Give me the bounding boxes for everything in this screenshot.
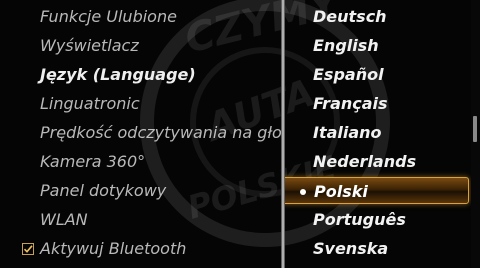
language-option-polski[interactable]: Polski	[285, 177, 469, 204]
scrollbar[interactable]	[471, 0, 480, 268]
language-option-portugues[interactable]: Português	[285, 205, 471, 234]
language-list: Deutsch English Español Français Italian…	[285, 0, 471, 268]
language-option-francais[interactable]: Français	[285, 89, 471, 118]
language-option-label: Polski	[314, 182, 368, 201]
language-settings-screen: Funkcje Ulubione Wyświetlacz Język (Lang…	[0, 0, 480, 268]
language-option-label: Português	[313, 210, 406, 229]
menu-item-label: Panel dotykowy	[40, 181, 167, 200]
menu-item-label: Prędkość odczytywania na głos	[40, 123, 281, 142]
menu-item-display[interactable]: Wyświetlacz	[0, 31, 281, 60]
menu-item-label: Język (Language)	[40, 65, 196, 84]
menu-item-label: Aktywuj Bluetooth	[40, 239, 187, 258]
language-option-label: Svenska	[313, 239, 389, 258]
menu-item-label: Kamera 360°	[40, 152, 146, 171]
menu-item-favorites[interactable]: Funkcje Ulubione	[0, 2, 281, 31]
menu-item-camera-360[interactable]: Kamera 360°	[0, 147, 281, 176]
selected-dot-icon	[300, 189, 306, 195]
checkbox-checked-icon[interactable]	[22, 243, 34, 255]
language-option-espanol[interactable]: Español	[285, 60, 471, 89]
language-option-label: Español	[313, 65, 384, 84]
menu-item-label: Funkcje Ulubione	[40, 7, 177, 26]
menu-item-language[interactable]: Język (Language)	[0, 60, 281, 89]
menu-item-activate-bluetooth[interactable]: Aktywuj Bluetooth	[0, 234, 281, 263]
menu-item-touchpad[interactable]: Panel dotykowy	[0, 176, 281, 205]
language-option-label: Nederlands	[313, 152, 417, 171]
language-option-deutsch[interactable]: Deutsch	[285, 2, 471, 31]
menu-item-label: Linguatronic	[40, 94, 140, 113]
language-option-label: English	[313, 36, 379, 55]
language-option-label: Deutsch	[313, 7, 387, 26]
language-option-english[interactable]: English	[285, 31, 471, 60]
menu-item-linguatronic[interactable]: Linguatronic	[0, 89, 281, 118]
menu-item-reading-speed[interactable]: Prędkość odczytywania na głos	[0, 118, 281, 147]
menu-item-label: Wyświetlacz	[40, 36, 139, 55]
scrollbar-thumb[interactable]	[473, 116, 477, 142]
language-option-svenska[interactable]: Svenska	[285, 234, 471, 263]
language-option-label: Italiano	[313, 123, 382, 142]
menu-item-wlan[interactable]: WLAN	[0, 205, 281, 234]
language-option-italiano[interactable]: Italiano	[285, 118, 471, 147]
settings-menu: Funkcje Ulubione Wyświetlacz Język (Lang…	[0, 0, 281, 268]
menu-item-label: WLAN	[40, 210, 88, 229]
language-option-label: Français	[313, 94, 388, 113]
language-option-nederlands[interactable]: Nederlands	[285, 147, 471, 176]
